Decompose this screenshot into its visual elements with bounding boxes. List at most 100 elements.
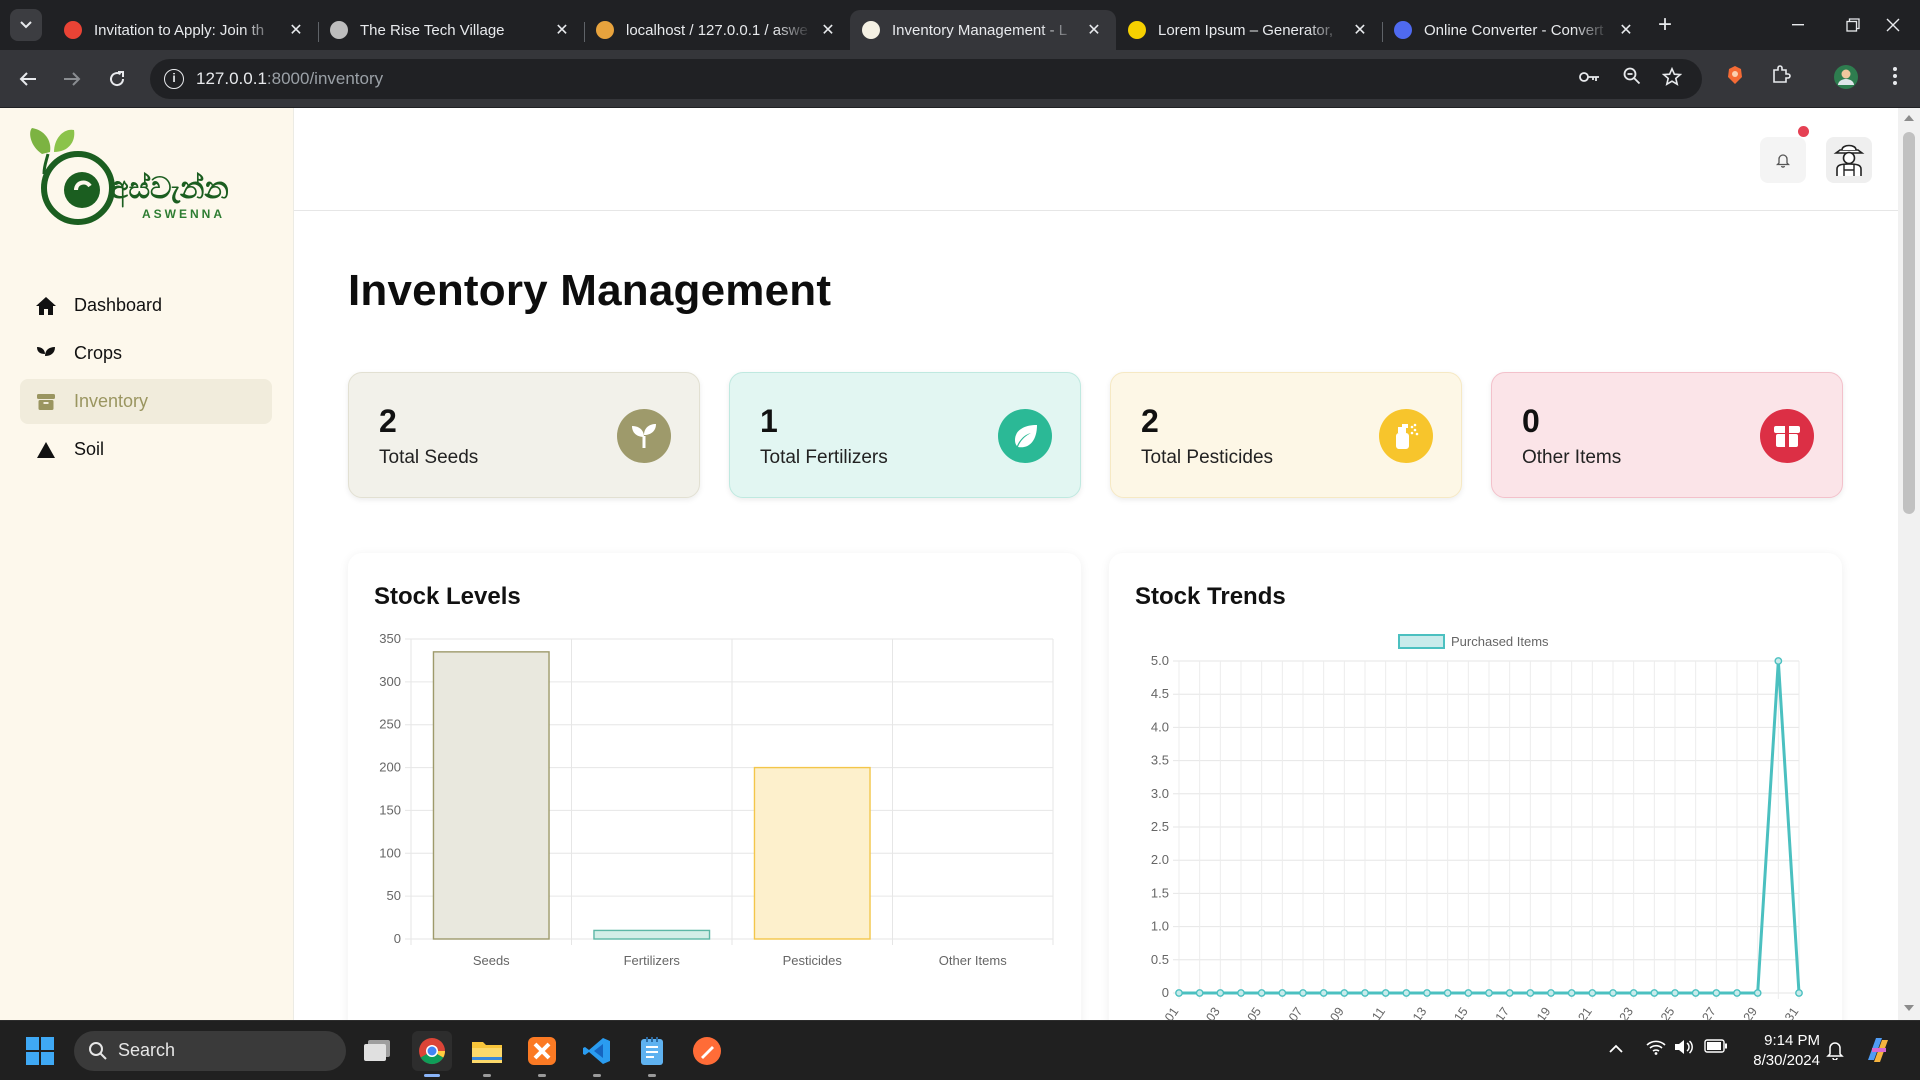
data-point[interactable] xyxy=(1443,989,1452,997)
data-point[interactable] xyxy=(1485,989,1493,997)
data-point[interactable] xyxy=(1774,657,1783,665)
data-point[interactable] xyxy=(1216,989,1225,997)
browser-tab[interactable]: Inventory Management - L ✕ xyxy=(850,10,1116,50)
notification-center-icon[interactable] xyxy=(1826,1040,1844,1064)
taskbar-chrome[interactable] xyxy=(412,1031,452,1077)
scroll-down-arrow-icon[interactable] xyxy=(1904,1005,1914,1011)
tab-close-icon[interactable]: ✕ xyxy=(552,20,572,40)
tab-close-icon[interactable]: ✕ xyxy=(1350,20,1370,40)
aswenna-logo[interactable]: අස්වැන්න ASWENNA xyxy=(24,126,256,236)
data-point[interactable] xyxy=(1381,989,1390,997)
zoom-icon[interactable] xyxy=(1620,67,1644,91)
data-point[interactable] xyxy=(1340,989,1349,997)
user-avatar[interactable] xyxy=(1826,137,1872,183)
x-tick-label: Fertilizers xyxy=(624,953,681,968)
sidebar-item-soil[interactable]: Soil xyxy=(20,427,272,472)
extensions-button[interactable] xyxy=(1766,64,1796,94)
taskbar-file-explorer[interactable] xyxy=(467,1031,507,1077)
new-tab-button[interactable]: + xyxy=(1651,12,1679,40)
bar-fertilizers[interactable] xyxy=(593,929,711,940)
browser-tab[interactable]: localhost / 127.0.0.1 / aswe ✕ xyxy=(584,10,850,50)
password-key-icon[interactable] xyxy=(1578,67,1602,91)
close-window-button[interactable] xyxy=(1865,0,1920,50)
data-point[interactable] xyxy=(1464,989,1473,997)
app-icon xyxy=(862,21,880,39)
data-point[interactable] xyxy=(1588,989,1597,997)
data-point[interactable] xyxy=(1650,989,1659,997)
x-tick-label: Seeds xyxy=(473,953,510,968)
scroll-thumb[interactable] xyxy=(1903,132,1915,514)
page-scrollbar[interactable] xyxy=(1898,108,1920,1020)
bar-seeds[interactable] xyxy=(432,651,550,940)
task-view-button[interactable] xyxy=(357,1031,397,1071)
data-point[interactable] xyxy=(1691,989,1700,997)
data-point[interactable] xyxy=(1175,989,1183,997)
volume-icon[interactable] xyxy=(1674,1039,1694,1059)
data-point[interactable] xyxy=(1671,989,1679,997)
url-text[interactable]: 127.0.0.1:8000/inventory xyxy=(196,69,383,89)
data-point[interactable] xyxy=(1547,989,1555,997)
browser-tab[interactable]: The Rise Tech Village ✕ xyxy=(318,10,584,50)
scroll-up-arrow-icon[interactable] xyxy=(1904,115,1914,121)
sidebar-item-crops[interactable]: Crops xyxy=(20,331,272,376)
tray-overflow-chevron-icon[interactable] xyxy=(1608,1041,1624,1058)
x-tick-label: 2024-08-11 xyxy=(1341,1005,1389,1020)
x-tick-label: Other Items xyxy=(939,953,1007,968)
data-point[interactable] xyxy=(1319,989,1328,997)
browser-menu-button[interactable] xyxy=(1880,64,1910,94)
extension-brave-icon[interactable] xyxy=(1720,64,1750,94)
data-point[interactable] xyxy=(1195,989,1204,997)
y-tick-label: 0.5 xyxy=(1151,952,1169,967)
bookmark-star-icon[interactable] xyxy=(1660,66,1684,91)
system-clock[interactable]: 9:14 PM 8/30/2024 xyxy=(1710,1031,1820,1071)
browser-tab[interactable]: Invitation to Apply: Join th ✕ xyxy=(52,10,318,50)
taskbar-vscode[interactable] xyxy=(577,1031,617,1077)
data-point[interactable] xyxy=(1237,989,1245,997)
tab-close-icon[interactable]: ✕ xyxy=(1084,20,1104,40)
data-point[interactable] xyxy=(1753,989,1762,997)
chart-legend[interactable]: Purchased Items xyxy=(1398,634,1549,649)
copilot-icon[interactable] xyxy=(1862,1034,1894,1070)
data-point[interactable] xyxy=(1402,989,1411,997)
tab-close-icon[interactable]: ✕ xyxy=(286,20,306,40)
box-icon xyxy=(1760,409,1814,463)
tab-search-button[interactable] xyxy=(10,9,42,41)
data-point[interactable] xyxy=(1278,989,1287,997)
data-point[interactable] xyxy=(1257,989,1266,997)
address-bar[interactable]: i 127.0.0.1:8000/inventory xyxy=(150,59,1702,99)
task-view-icon xyxy=(364,1040,390,1061)
forward-button[interactable] xyxy=(56,63,88,95)
sidebar-item-dashboard[interactable]: Dashboard xyxy=(20,283,272,328)
y-tick-label: 4.0 xyxy=(1151,719,1169,734)
notification-badge xyxy=(1798,126,1809,137)
sidebar-item-inventory[interactable]: Inventory xyxy=(20,379,272,424)
data-point[interactable] xyxy=(1505,989,1514,997)
notifications-button[interactable] xyxy=(1760,137,1806,183)
taskbar-search[interactable]: Search xyxy=(74,1031,346,1071)
site-info-icon[interactable]: i xyxy=(164,69,184,89)
browser-tab[interactable]: Online Converter - Convert ✕ xyxy=(1382,10,1648,50)
browser-tab[interactable]: Lorem Ipsum – Generator, ✕ xyxy=(1116,10,1382,50)
tab-close-icon[interactable]: ✕ xyxy=(1616,20,1636,40)
start-button[interactable] xyxy=(20,1031,60,1071)
taskbar-xampp[interactable] xyxy=(522,1031,562,1077)
wifi-icon[interactable] xyxy=(1646,1039,1666,1059)
profile-avatar[interactable] xyxy=(1831,64,1861,94)
data-point[interactable] xyxy=(1795,989,1803,997)
minimize-button[interactable] xyxy=(1770,0,1825,50)
data-point[interactable] xyxy=(1629,989,1638,997)
data-point[interactable] xyxy=(1526,989,1535,997)
data-point[interactable] xyxy=(1423,989,1431,997)
bar-pesticides[interactable] xyxy=(753,766,871,940)
taskbar-notepad[interactable] xyxy=(632,1031,672,1077)
tab-close-icon[interactable]: ✕ xyxy=(818,20,838,40)
reload-button[interactable] xyxy=(101,63,133,95)
back-button[interactable] xyxy=(12,63,44,95)
data-point[interactable] xyxy=(1299,989,1307,997)
data-point[interactable] xyxy=(1733,989,1741,997)
data-point[interactable] xyxy=(1609,989,1617,997)
data-point[interactable] xyxy=(1712,989,1721,997)
data-point[interactable] xyxy=(1567,989,1576,997)
taskbar-postman[interactable] xyxy=(687,1031,727,1071)
data-point[interactable] xyxy=(1361,989,1369,997)
